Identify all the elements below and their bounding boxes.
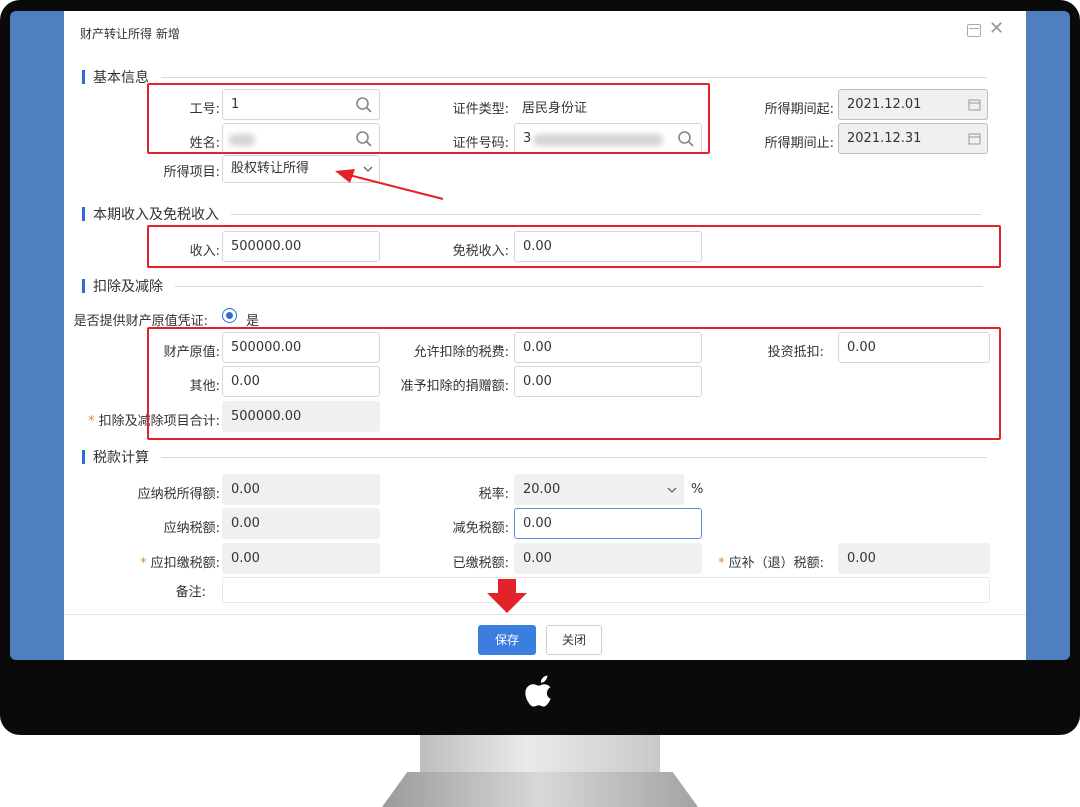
rate-select[interactable]: 20.00 [514, 474, 684, 505]
annotation-box-deduction [147, 327, 1001, 440]
remark-input[interactable] [222, 577, 990, 603]
save-button[interactable]: 保存 [478, 625, 536, 655]
income-item-label: 所得项目: [163, 165, 220, 180]
close-icon[interactable]: ✕ [989, 20, 1004, 38]
section-income: 本期收入及免税收入 [82, 204, 981, 224]
footer-divider [64, 614, 1026, 615]
rate-label: 税率: [478, 487, 509, 502]
section-deduction: 扣除及减除 [82, 276, 983, 296]
close-button[interactable]: 关闭 [546, 625, 602, 655]
refund-value: 0.00 [838, 543, 990, 574]
period-end-label: 所得期间止: [764, 136, 834, 151]
calendar-icon[interactable] [968, 132, 981, 145]
reduction-label: 减免税额: [452, 521, 509, 536]
taxable-income-value: 0.00 [222, 474, 380, 505]
annotation-arrow-save [487, 579, 527, 613]
section-tax: 税款计算 [82, 447, 987, 467]
calendar-icon[interactable] [968, 98, 981, 111]
annotation-box-basic [147, 83, 710, 154]
annotation-box-income [147, 225, 1001, 268]
withhold-label: * 应扣缴税额: [140, 556, 220, 571]
monitor-stand-neck [420, 735, 660, 775]
remark-label: 备注: [175, 585, 206, 600]
paid-value: 0.00 [514, 543, 702, 574]
dialog-title: 财产转让所得 新增 [80, 27, 180, 41]
annotation-arrow-income-item [335, 169, 444, 200]
tax-payable-value: 0.00 [222, 508, 380, 539]
chevron-down-icon [667, 487, 677, 493]
provide-voucher-radio[interactable] [222, 308, 237, 323]
period-start-input[interactable]: 2021.12.01 [838, 89, 988, 120]
monitor-stand-base [382, 772, 698, 807]
apple-logo [525, 675, 551, 707]
taxable-income-label: 应纳税所得额: [137, 487, 220, 502]
screen: 财产转让所得 新增 ✕ 基本信息 工号: 1 证件类型: 居民身份证 所得期间起… [10, 11, 1070, 660]
withhold-value: 0.00 [222, 543, 380, 574]
paid-label: 已缴税额: [452, 556, 509, 571]
period-end-input[interactable]: 2021.12.31 [838, 123, 988, 154]
maximize-icon[interactable] [967, 24, 981, 37]
rate-unit: % [691, 482, 704, 497]
refund-label: * 应补（退）税额: [718, 556, 824, 571]
tax-payable-label: 应纳税额: [163, 521, 220, 536]
reduction-input[interactable]: 0.00 [514, 508, 702, 539]
period-start-label: 所得期间起: [764, 102, 834, 117]
